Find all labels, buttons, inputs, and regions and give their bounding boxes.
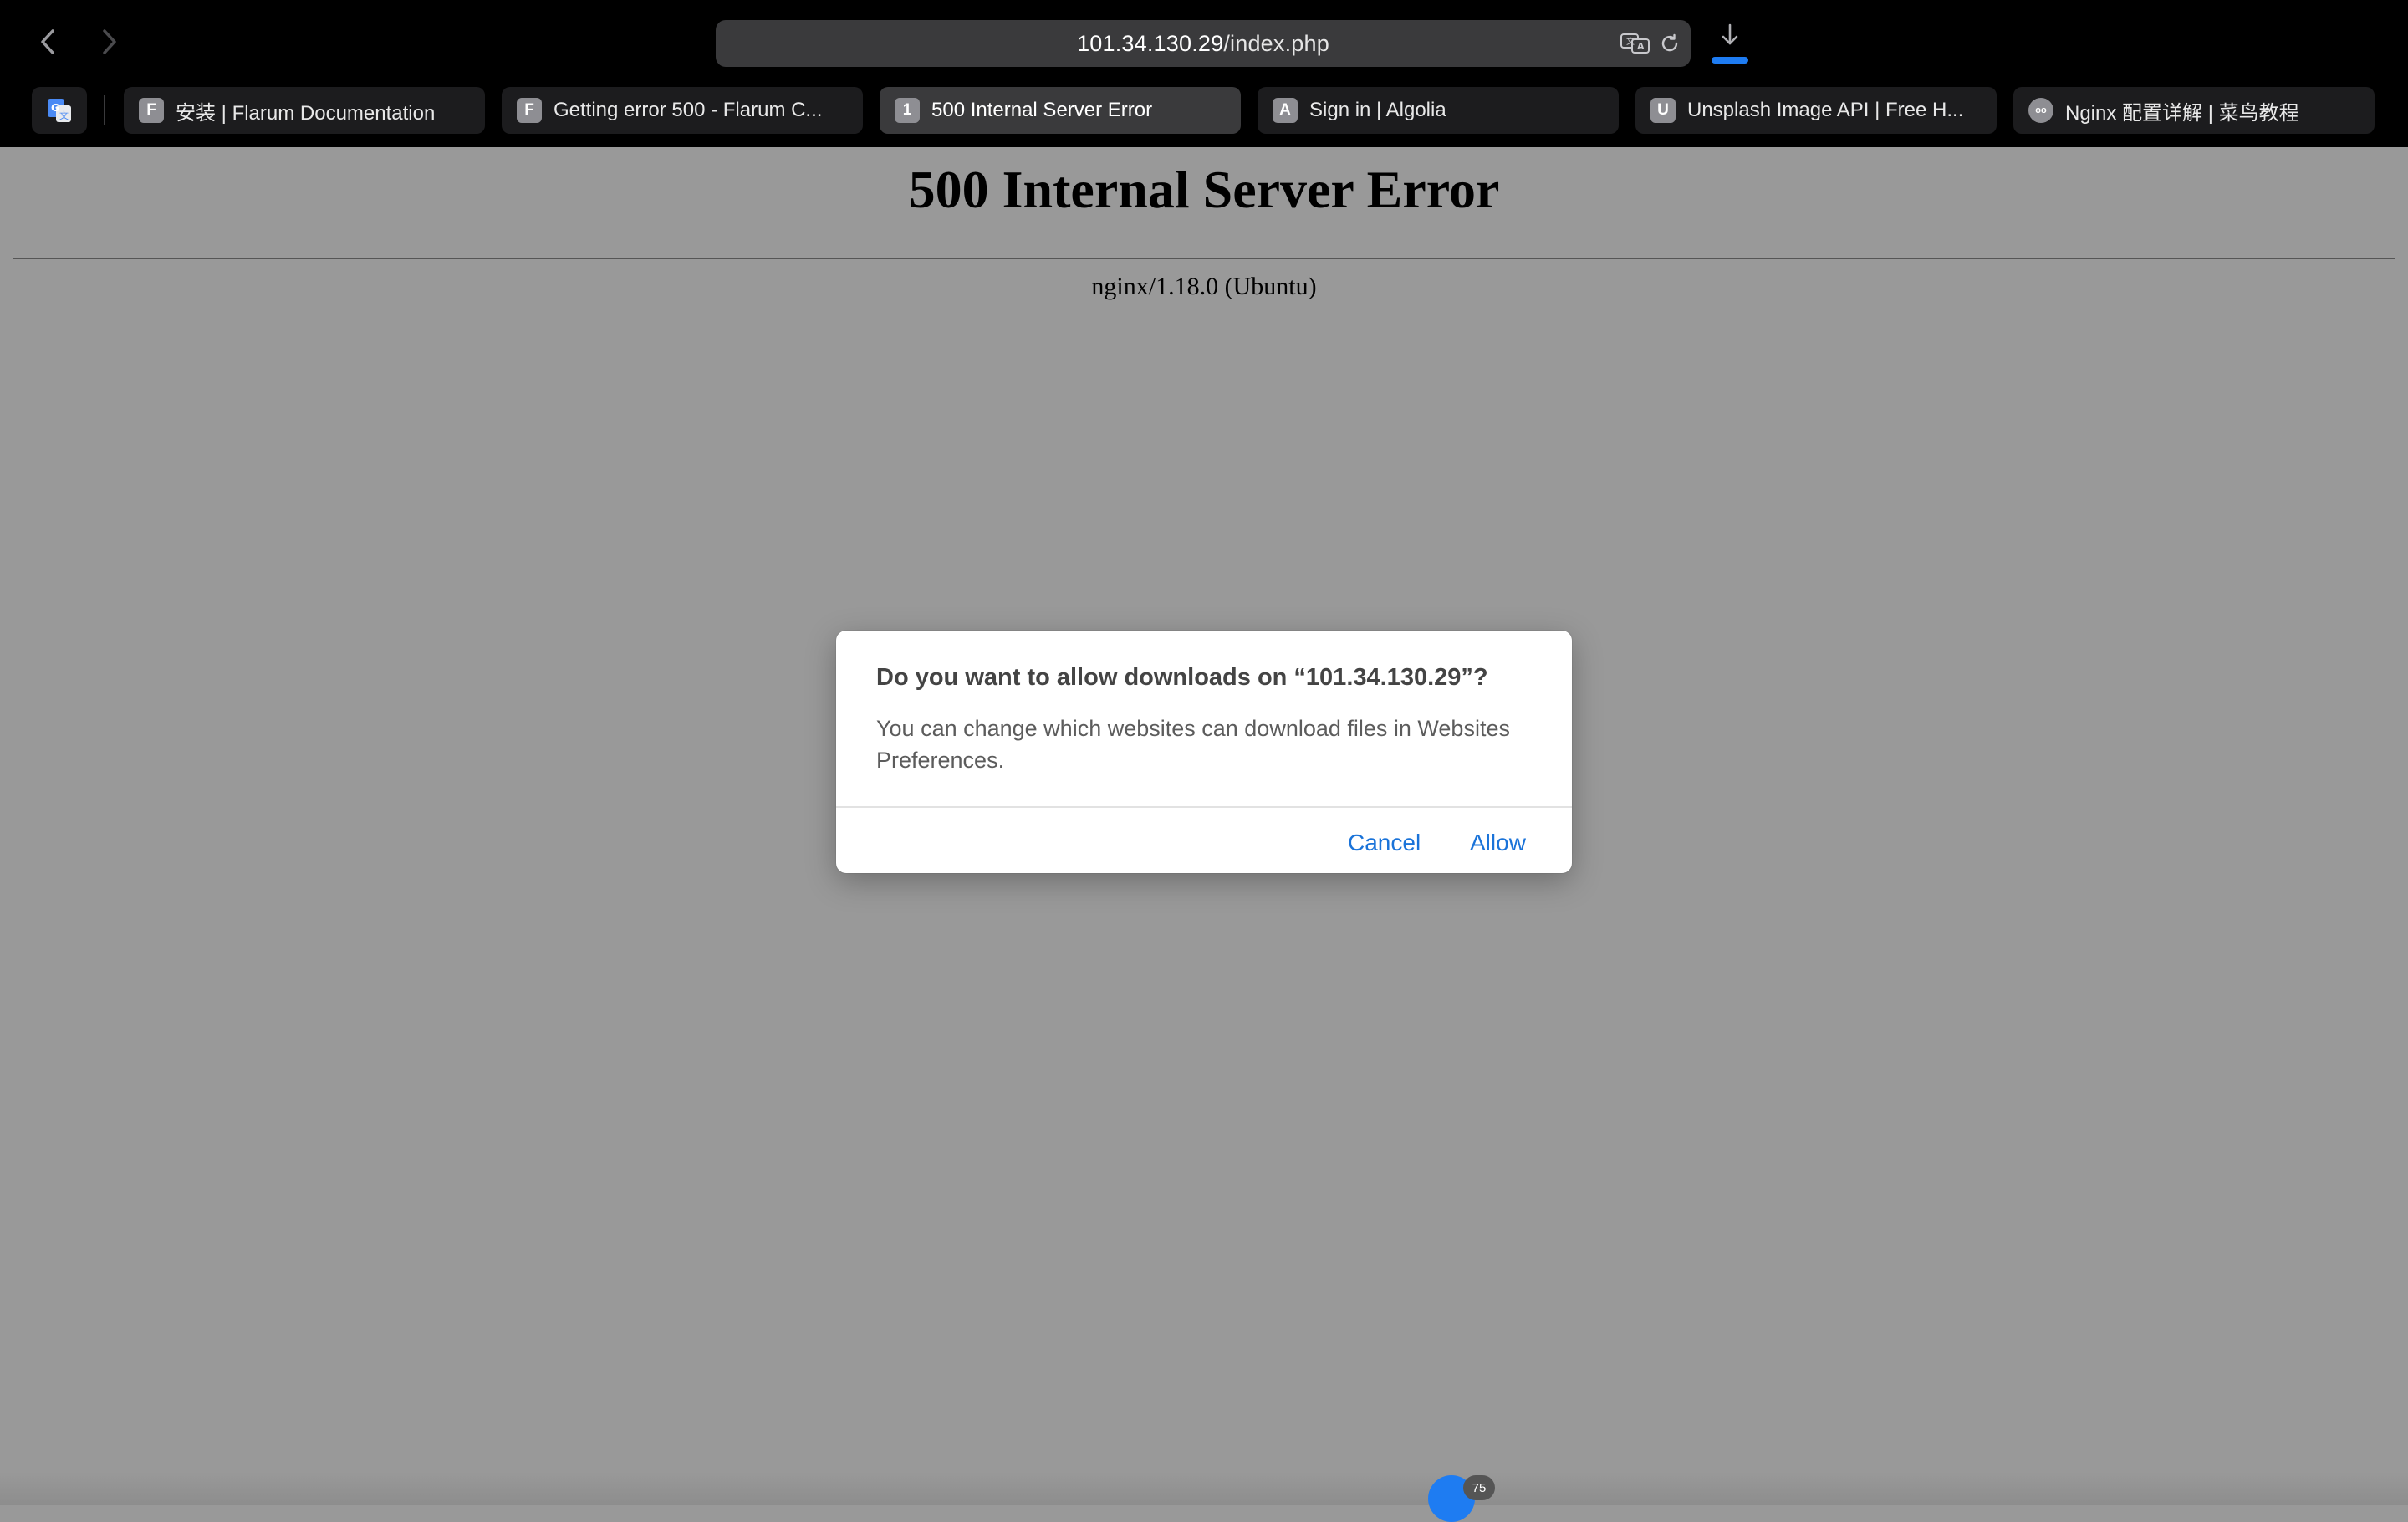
svg-text:A: A [1637,41,1645,52]
address-host: 101.34.130.29 [1077,31,1223,57]
tab-favicon: 1 [895,98,920,123]
page-title: 500 Internal Server Error [0,159,2408,221]
download-permission-dialog: Do you want to allow downloads on “101.3… [836,631,1572,873]
downloads-button[interactable] [1709,22,1751,65]
tab-nginx-runoob[interactable]: oo Nginx 配置详解 | 菜鸟教程 [2013,87,2375,134]
address-path: /index.php [1223,31,1329,57]
tab-favicon: F [139,98,164,123]
address-text[interactable]: 101.34.130.29/index.php [716,20,1691,67]
floating-widget-badge: 75 [1463,1475,1495,1500]
google-translate-icon: G 文 [46,97,73,124]
tab-favicon: F [517,98,542,123]
tab-title: Nginx 配置详解 | 菜鸟教程 [2065,96,2299,125]
chevron-right-icon [98,28,120,56]
cancel-button[interactable]: Cancel [1348,825,1421,861]
translate-button[interactable]: 文 A [1619,31,1652,56]
tab-flarum-community[interactable]: F Getting error 500 - Flarum C... [502,87,863,134]
server-signature: nginx/1.18.0 (Ubuntu) [0,273,2408,301]
dialog-divider [836,806,1572,808]
extension-button[interactable]: G 文 [32,87,87,134]
tab-title: 安装 | Flarum Documentation [176,96,435,125]
dialog-message: You can change which websites can downlo… [876,712,1512,776]
svg-text:G: G [51,102,59,114]
back-button[interactable] [30,23,67,60]
tab-divider [104,95,105,125]
tab-unsplash[interactable]: U Unsplash Image API | Free H... [1635,87,1997,134]
browser-toolbar: 101.34.130.29/index.php 文 A [0,0,2408,147]
dialog-title: Do you want to allow downloads on “101.3… [876,664,1538,692]
tab-500-error[interactable]: 1 500 Internal Server Error [880,87,1241,134]
tab-title: Sign in | Algolia [1309,99,1446,122]
address-bar[interactable]: 101.34.130.29/index.php 文 A [716,20,1691,67]
svg-text:文: 文 [59,110,69,121]
allow-button[interactable]: Allow [1470,825,1526,861]
svg-text:文: 文 [1626,36,1635,47]
chevron-left-icon [38,28,59,56]
tab-title: Getting error 500 - Flarum C... [554,99,822,122]
reload-button[interactable] [1657,31,1682,56]
translate-icon: 文 A [1620,32,1651,55]
download-progress-bar [1712,57,1748,64]
tab-title: Unsplash Image API | Free H... [1687,99,1963,122]
tab-favicon: A [1273,98,1298,123]
download-icon [1709,22,1751,55]
tab-algolia[interactable]: A Sign in | Algolia [1258,87,1619,134]
horizontal-rule [13,258,2395,259]
tab-flarum-docs[interactable]: F 安装 | Flarum Documentation [124,87,485,134]
forward-button[interactable] [90,23,127,60]
tab-favicon: oo [2028,98,2053,123]
reload-icon [1659,33,1681,54]
tab-favicon: U [1650,98,1676,123]
tab-title: 500 Internal Server Error [931,99,1152,122]
bottom-shadow [0,1472,2408,1505]
